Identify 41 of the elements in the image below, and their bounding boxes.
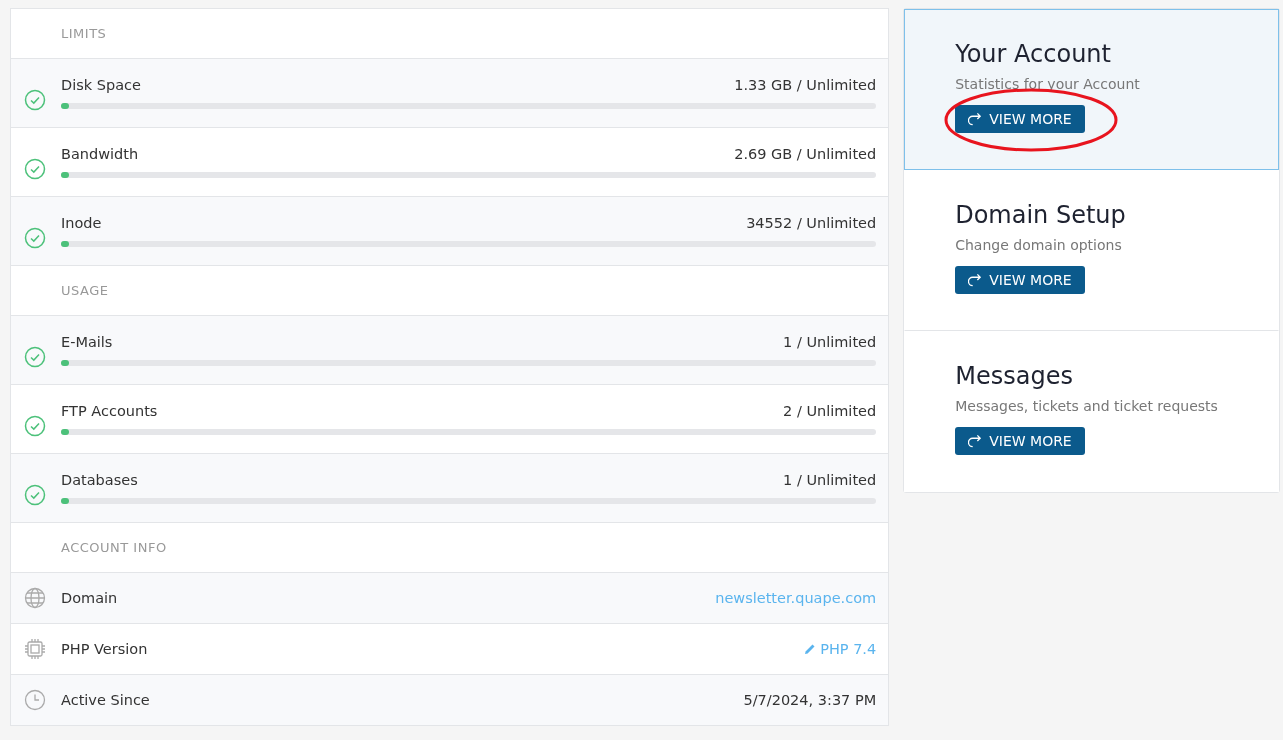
- check-circle-icon: [24, 346, 46, 368]
- pencil-icon: [804, 643, 817, 655]
- stat-label: Active Since: [61, 692, 150, 708]
- stat-value: 2.69 GB / Unlimited: [734, 146, 877, 162]
- clock-icon: [24, 689, 46, 711]
- stat-value: 34552 / Unlimited: [746, 215, 877, 231]
- stat-value: 2 / Unlimited: [783, 403, 877, 419]
- section-heading: USAGE: [61, 283, 109, 298]
- section-heading: LIMITS: [61, 26, 107, 41]
- view-more-button[interactable]: VIEW MORE: [955, 427, 1085, 455]
- check-circle-icon: [24, 415, 46, 437]
- stat-value: 1 / Unlimited: [783, 472, 877, 488]
- view-more-button[interactable]: VIEW MORE: [955, 266, 1085, 294]
- stat-value: 1 / Unlimited: [783, 334, 877, 350]
- stat-value: 5/7/2024, 3:37 PM: [743, 692, 877, 708]
- stat-label: Databases: [61, 472, 138, 488]
- chip-icon: [24, 638, 46, 660]
- card-title: Your Account: [955, 40, 1111, 68]
- view-more-button[interactable]: VIEW MORE: [955, 105, 1085, 133]
- stat-label: Disk Space: [61, 77, 141, 93]
- check-circle-icon: [24, 484, 46, 506]
- stat-label: E-Mails: [61, 334, 113, 350]
- forward-arrow-icon: [968, 433, 984, 449]
- stat-value: 1.33 GB / Unlimited: [734, 77, 877, 93]
- stat-label: Bandwidth: [61, 146, 139, 162]
- stat-label: Domain: [61, 590, 118, 606]
- card-title: Domain Setup: [955, 201, 1126, 229]
- check-circle-icon: [24, 158, 46, 180]
- card-subtitle: Statistics for your Account: [955, 76, 1140, 92]
- stat-label: Inode: [61, 215, 102, 231]
- stat-label: FTP Accounts: [61, 403, 158, 419]
- check-circle-icon: [24, 227, 46, 249]
- forward-arrow-icon: [968, 272, 984, 288]
- check-circle-icon: [24, 89, 46, 111]
- card-title: Messages: [955, 362, 1073, 390]
- card-subtitle: Change domain options: [955, 237, 1122, 253]
- forward-arrow-icon: [968, 111, 984, 127]
- globe-icon: [24, 587, 46, 609]
- section-heading: ACCOUNT INFO: [61, 540, 167, 555]
- card-subtitle: Messages, tickets and ticket requests: [955, 398, 1218, 414]
- stat-label: PHP Version: [61, 641, 148, 657]
